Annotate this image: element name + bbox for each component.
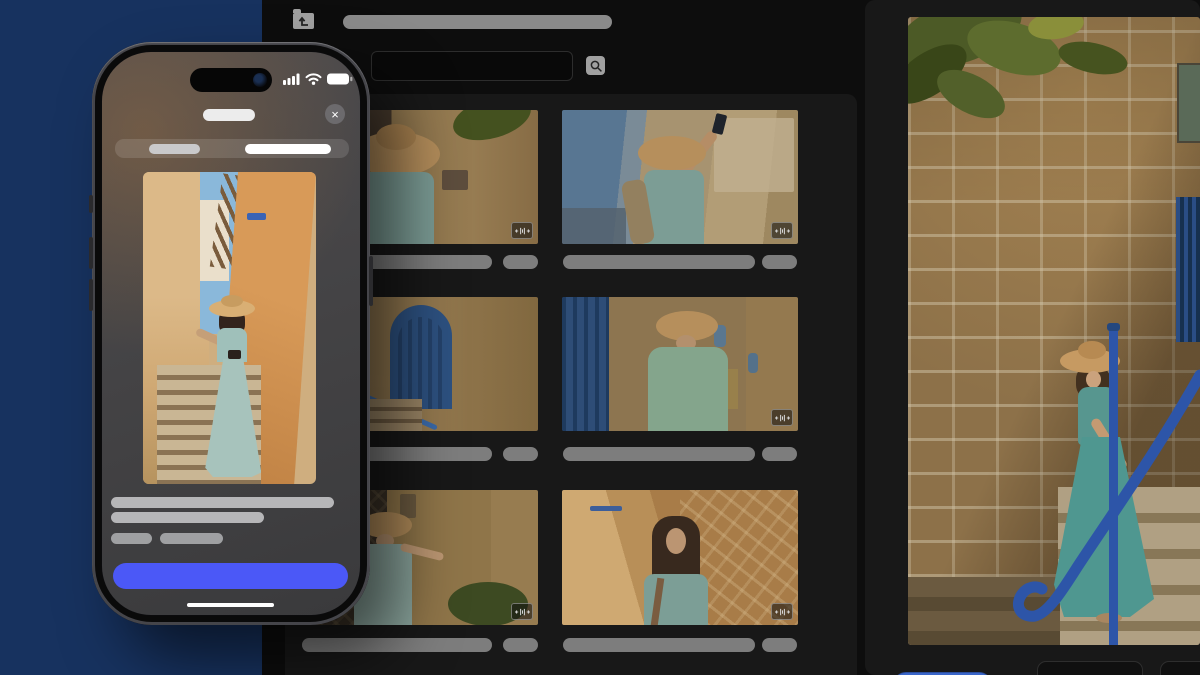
lamp-shape: [748, 353, 758, 373]
find-similar-badge[interactable]: [771, 603, 793, 620]
foliage-shape: [448, 110, 536, 148]
background-app-window: [262, 0, 1200, 675]
building-shape: [714, 118, 794, 192]
find-similar-icon: [775, 413, 790, 423]
find-similar-badge[interactable]: [771, 222, 793, 239]
wifi-icon: [305, 73, 322, 85]
face-shape: [666, 528, 686, 554]
skyline-shape: [562, 208, 626, 244]
price-placeholder: [503, 447, 538, 461]
door-bars-shape: [398, 317, 444, 409]
magnifier-icon: [589, 59, 603, 73]
blue-lamp-shape: [247, 213, 266, 220]
find-similar-icon: [775, 226, 790, 236]
search-button[interactable]: [586, 56, 605, 75]
cellular-signal-icon: [283, 73, 301, 85]
result-photo-4[interactable]: [562, 297, 798, 431]
caption-placeholder: [302, 638, 492, 652]
home-indicator[interactable]: [187, 603, 274, 607]
battery-icon: [327, 73, 353, 85]
secondary-action-button[interactable]: [1037, 661, 1143, 675]
find-similar-icon: [515, 226, 530, 236]
find-similar-badge[interactable]: [511, 603, 533, 620]
find-similar-icon: [515, 607, 530, 617]
hat-crown-shape: [376, 124, 416, 150]
action-button: [89, 195, 93, 213]
find-similar-badge[interactable]: [771, 409, 793, 426]
blue-railing-shape: [908, 17, 1200, 645]
iphone-mockup: ×: [92, 42, 370, 625]
find-similar-badge[interactable]: [511, 222, 533, 239]
camera-shape: [228, 350, 241, 359]
segmented-control: [115, 139, 349, 158]
straw-hat-shape: [638, 136, 706, 170]
power-button: [369, 256, 373, 306]
sheet-photo[interactable]: [143, 172, 316, 484]
search-input[interactable]: [371, 51, 573, 81]
chip-placeholder: [111, 533, 152, 544]
breadcrumb-placeholder: [343, 15, 612, 29]
mailbox-shape: [442, 170, 468, 190]
blue-pipe-shape: [590, 506, 622, 511]
volume-up-button: [89, 237, 93, 269]
detail-photo[interactable]: [908, 17, 1200, 645]
text-placeholder: [111, 497, 334, 508]
result-photo-6[interactable]: [562, 490, 798, 625]
price-placeholder: [503, 255, 538, 269]
caption-placeholder: [563, 447, 755, 461]
volume-down-button: [89, 279, 93, 311]
find-similar-icon: [775, 607, 790, 617]
chip-placeholder: [160, 533, 223, 544]
caption-placeholder: [563, 638, 755, 652]
caption-placeholder: [563, 255, 755, 269]
tertiary-action-button[interactable]: [1160, 661, 1200, 675]
tab-active[interactable]: [245, 144, 331, 154]
tab-inactive[interactable]: [149, 144, 200, 154]
cta-button[interactable]: [113, 563, 348, 589]
up-level-button[interactable]: [293, 13, 314, 29]
teal-dress-shape: [360, 172, 434, 244]
result-photo-2[interactable]: [562, 110, 798, 244]
dynamic-island: [190, 68, 272, 92]
price-placeholder: [762, 447, 797, 461]
text-placeholder: [111, 512, 264, 523]
close-button[interactable]: ×: [325, 104, 345, 124]
mint-dress-shape: [648, 347, 728, 431]
phone-screen: ×: [102, 52, 360, 615]
folder-up-icon: [296, 15, 311, 27]
folder-tab-shape: [293, 9, 301, 13]
price-placeholder: [762, 638, 797, 652]
promo-composition: ×: [0, 0, 1200, 675]
blue-gate-bars-shape: [562, 297, 609, 431]
close-icon: ×: [331, 108, 339, 121]
price-placeholder: [762, 255, 797, 269]
front-camera-icon: [253, 73, 267, 87]
price-placeholder: [503, 638, 538, 652]
sheet-title-placeholder: [203, 109, 255, 121]
